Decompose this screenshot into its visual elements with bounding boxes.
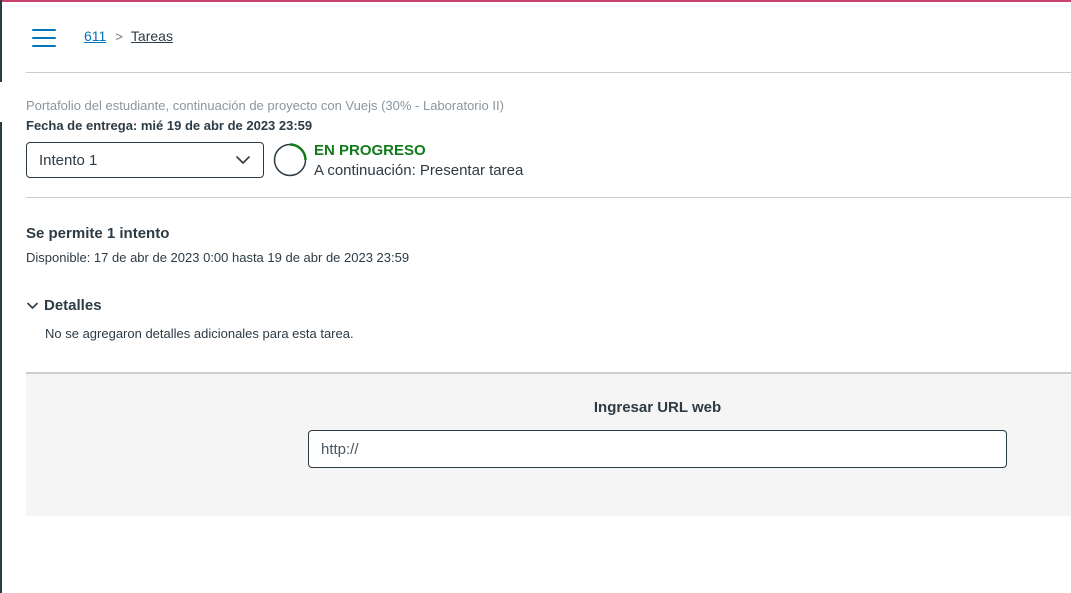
breadcrumb-tareas-link[interactable]: Tareas: [131, 28, 173, 44]
breadcrumb: 611 > Tareas: [84, 28, 173, 44]
details-text: No se agregaron detalles adicionales par…: [45, 326, 354, 341]
chevron-down-icon: [236, 156, 250, 164]
due-date: Fecha de entrega: mié 19 de abr de 2023 …: [26, 118, 313, 133]
breadcrumb-course-link[interactable]: 611: [84, 28, 106, 44]
url-input-label: Ingresar URL web: [593, 399, 722, 416]
availability-window: Disponible: 17 de abr de 2023 0:00 hasta…: [26, 250, 410, 265]
status-next-step: A continuación: Presentar tarea: [314, 162, 524, 179]
attempt-select[interactable]: Intento 1: [26, 142, 264, 178]
status-badge: EN PROGRESO: [314, 142, 426, 159]
top-accent-bar: [0, 0, 1071, 2]
attempt-select-value: Intento 1: [39, 151, 98, 169]
details-toggle[interactable]: Detalles: [26, 297, 102, 314]
header-divider: [26, 72, 1071, 73]
menu-hamburger-icon[interactable]: [32, 29, 56, 47]
breadcrumb-separator-icon: >: [115, 28, 123, 44]
url-input[interactable]: [308, 430, 1007, 468]
submission-panel: Ingresar URL web: [26, 372, 1071, 516]
assignment-title: Portafolio del estudiante, continuación …: [26, 98, 504, 113]
status-divider: [26, 197, 1071, 198]
chevron-down-icon: [27, 302, 38, 309]
details-label: Detalles: [44, 297, 102, 314]
progress-ring-icon: [273, 143, 307, 177]
attempts-allowed: Se permite 1 intento: [26, 225, 170, 242]
